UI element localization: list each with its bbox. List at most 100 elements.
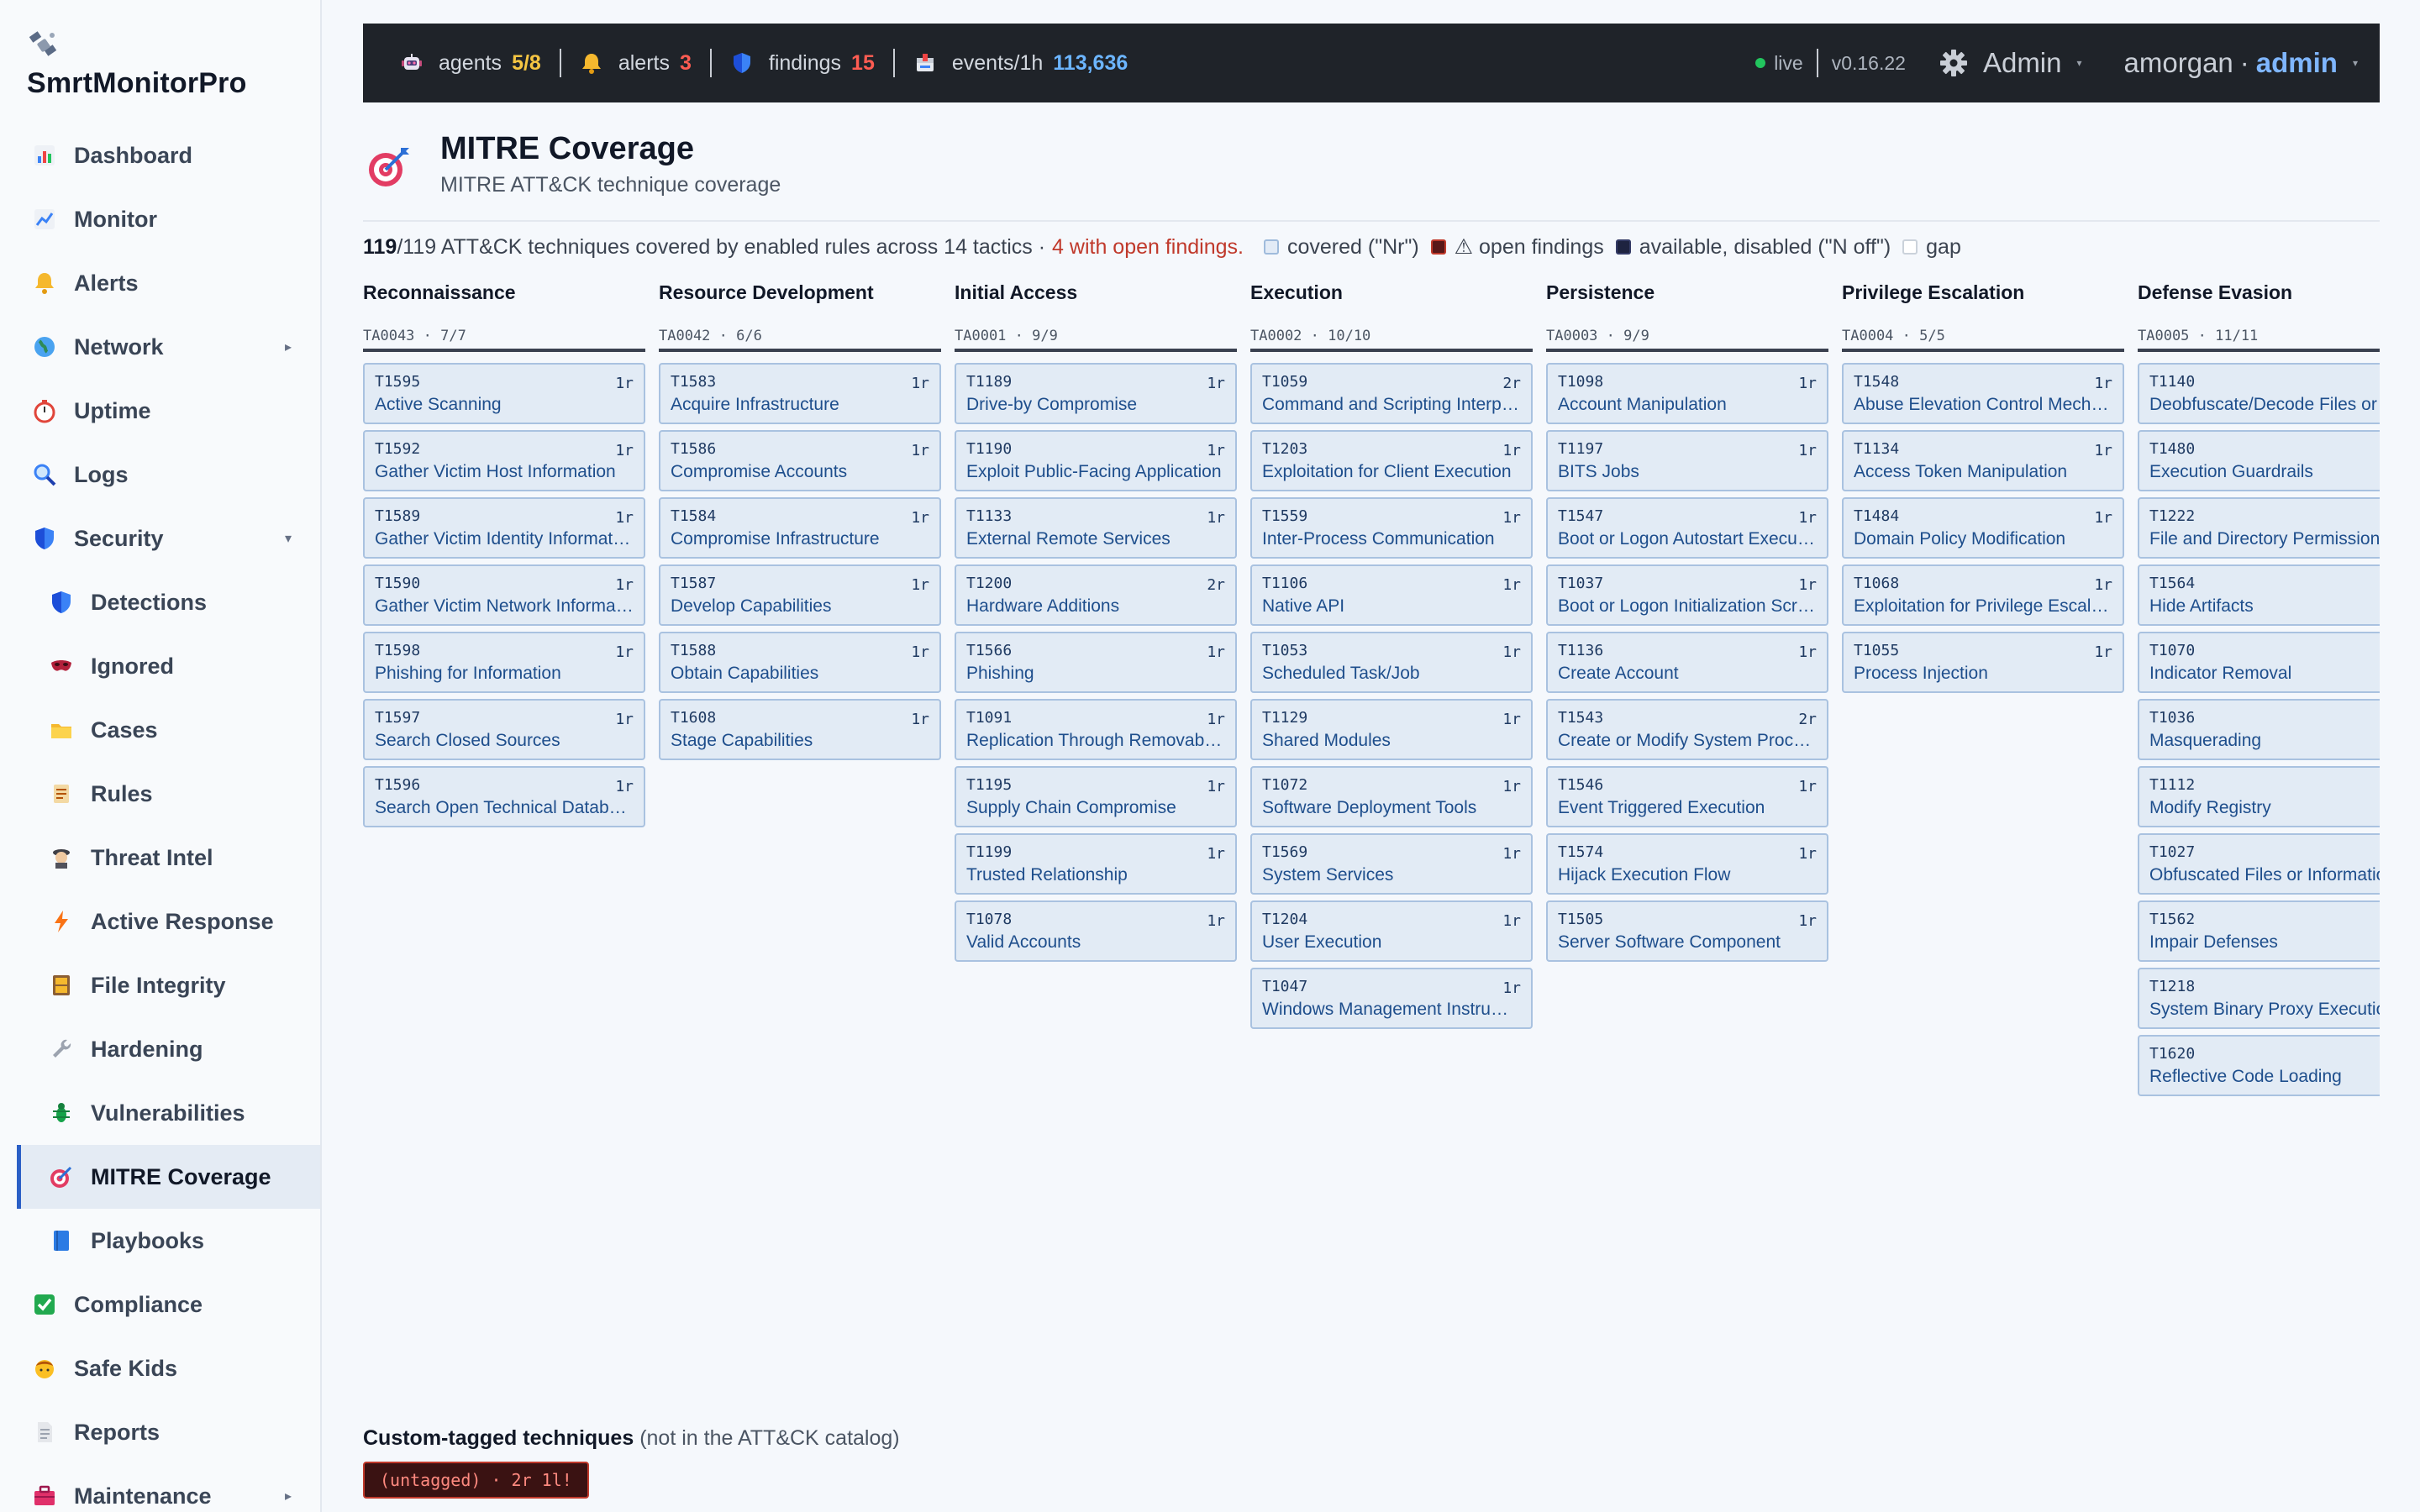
technique-card[interactable]: T1195 1r Supply Chain Compromise	[955, 766, 1237, 827]
custom-techniques-note: (not in the ATT&CK catalog)	[639, 1426, 900, 1450]
tactic-name[interactable]: Privilege Escalation	[1842, 277, 2124, 323]
technique-card[interactable]: T1569 1r System Services	[1250, 833, 1533, 895]
technique-card[interactable]: T1596 1r Search Open Technical Databas…	[363, 766, 645, 827]
tactic-name[interactable]: Persistence	[1546, 277, 1828, 323]
sidebar-item-label: Active Response	[91, 908, 274, 934]
technique-card[interactable]: T1098 1r Account Manipulation	[1546, 363, 1828, 424]
sidebar-item-network[interactable]: Network ▸	[17, 315, 320, 379]
sidebar-item-threat-intel[interactable]: Threat Intel	[17, 826, 320, 890]
technique-list: T1548 1r Abuse Elevation Control Mecha… T11…	[1842, 363, 2124, 693]
sidebar-item-mitre-coverage[interactable]: MITRE Coverage	[17, 1145, 320, 1209]
technique-card[interactable]: T1222 File and Directory Permissions Modi…	[2138, 497, 2380, 559]
sidebar-item-reports[interactable]: Reports	[17, 1400, 320, 1464]
sidebar-item-compliance[interactable]: Compliance	[17, 1273, 320, 1336]
tactic-name[interactable]: Resource Development	[659, 277, 941, 323]
technique-card[interactable]: T1129 1r Shared Modules	[1250, 699, 1533, 760]
technique-card[interactable]: T1037 1r Boot or Logon Initialization Scri…	[1546, 564, 1828, 626]
technique-card[interactable]: T1140 Deobfuscate/Decode Files or Informa…	[2138, 363, 2380, 424]
technique-card[interactable]: T1112 Modify Registry	[2138, 766, 2380, 827]
technique-card[interactable]: T1204 1r User Execution	[1250, 900, 1533, 962]
technique-card[interactable]: T1190 1r Exploit Public-Facing Application	[955, 430, 1237, 491]
technique-name: Scheduled Task/Job	[1262, 664, 1420, 683]
technique-card[interactable]: T1134 1r Access Token Manipulation	[1842, 430, 2124, 491]
technique-card[interactable]: T1543 2r Create or Modify System Process	[1546, 699, 1828, 760]
rule-count: 1r	[911, 442, 929, 459]
technique-card[interactable]: T1059 2r Command and Scripting Interp…	[1250, 363, 1533, 424]
technique-card[interactable]: T1047 1r Windows Management Instrum…	[1250, 968, 1533, 1029]
tactic-name[interactable]: Initial Access	[955, 277, 1237, 323]
technique-card[interactable]: T1480 Execution Guardrails	[2138, 430, 2380, 491]
technique-card[interactable]: T1564 Hide Artifacts	[2138, 564, 2380, 626]
sidebar-item-ignored[interactable]: Ignored	[17, 634, 320, 698]
technique-card[interactable]: T1566 1r Phishing	[955, 632, 1237, 693]
sidebar-item-playbooks[interactable]: Playbooks	[17, 1209, 320, 1273]
alerts-stat[interactable]: alerts 3	[559, 49, 710, 77]
brand[interactable]: SmrtMonitorPro	[27, 29, 247, 100]
technique-card[interactable]: T1547 1r Boot or Logon Autostart Execut…	[1546, 497, 1828, 559]
technique-card[interactable]: T1053 1r Scheduled Task/Job	[1250, 632, 1533, 693]
technique-card[interactable]: T1072 1r Software Deployment Tools	[1250, 766, 1533, 827]
technique-card[interactable]: T1595 1r Active Scanning	[363, 363, 645, 424]
technique-card[interactable]: T1562 Impair Defenses	[2138, 900, 2380, 962]
technique-card[interactable]: T1197 1r BITS Jobs	[1546, 430, 1828, 491]
technique-card[interactable]: T1106 1r Native API	[1250, 564, 1533, 626]
technique-card[interactable]: T1203 1r Exploitation for Client Execution	[1250, 430, 1533, 491]
sidebar-item-hardening[interactable]: Hardening	[17, 1017, 320, 1081]
technique-card[interactable]: T1608 1r Stage Capabilities	[659, 699, 941, 760]
technique-card[interactable]: T1598 1r Phishing for Information	[363, 632, 645, 693]
technique-card[interactable]: T1548 1r Abuse Elevation Control Mecha…	[1842, 363, 2124, 424]
sidebar-item-vulnerabilities[interactable]: Vulnerabilities	[17, 1081, 320, 1145]
sidebar-item-alerts[interactable]: Alerts	[17, 251, 320, 315]
technique-card[interactable]: T1218 System Binary Proxy Execution	[2138, 968, 2380, 1029]
events-stat[interactable]: events/1h 113,636	[892, 49, 1146, 77]
sidebar-item-security[interactable]: Security ▾	[17, 507, 320, 570]
user-menu[interactable]: amorgan · admin ▾	[2124, 47, 2358, 79]
technique-card[interactable]: T1587 1r Develop Capabilities	[659, 564, 941, 626]
technique-card[interactable]: T1036 Masquerading	[2138, 699, 2380, 760]
technique-card[interactable]: T1589 1r Gather Victim Identity Informat…	[363, 497, 645, 559]
sidebar-item-logs[interactable]: Logs	[17, 443, 320, 507]
sidebar-item-dashboard[interactable]: Dashboard	[17, 123, 320, 187]
tactic-name[interactable]: Execution	[1250, 277, 1533, 323]
technique-card[interactable]: T1592 1r Gather Victim Host Information	[363, 430, 645, 491]
tactic-name[interactable]: Reconnaissance	[363, 277, 645, 323]
technique-card[interactable]: T1027 Obfuscated Files or Information	[2138, 833, 2380, 895]
agents-stat[interactable]: agents 5/8	[381, 49, 560, 77]
technique-card[interactable]: T1136 1r Create Account	[1546, 632, 1828, 693]
technique-card[interactable]: T1078 1r Valid Accounts	[955, 900, 1237, 962]
technique-card[interactable]: T1583 1r Acquire Infrastructure	[659, 363, 941, 424]
sidebar-item-cases[interactable]: Cases	[17, 698, 320, 762]
technique-card[interactable]: T1091 1r Replication Through Removabl…	[955, 699, 1237, 760]
tactic-name[interactable]: Defense Evasion	[2138, 277, 2380, 323]
technique-card[interactable]: T1590 1r Gather Victim Network Informa…	[363, 564, 645, 626]
technique-card[interactable]: T1189 1r Drive-by Compromise	[955, 363, 1237, 424]
technique-card[interactable]: T1070 Indicator Removal	[2138, 632, 2380, 693]
findings-stat[interactable]: findings 15	[709, 49, 893, 77]
technique-card[interactable]: T1055 1r Process Injection	[1842, 632, 2124, 693]
technique-card[interactable]: T1133 1r External Remote Services	[955, 497, 1237, 559]
technique-card[interactable]: T1546 1r Event Triggered Execution	[1546, 766, 1828, 827]
technique-card[interactable]: T1505 1r Server Software Component	[1546, 900, 1828, 962]
sidebar-item-safe-kids[interactable]: Safe Kids	[17, 1336, 320, 1400]
admin-menu-button[interactable]: Admin ▾	[1939, 47, 2082, 79]
technique-card[interactable]: T1586 1r Compromise Accounts	[659, 430, 941, 491]
technique-card[interactable]: T1574 1r Hijack Execution Flow	[1546, 833, 1828, 895]
sidebar-item-uptime[interactable]: Uptime	[17, 379, 320, 443]
sidebar-item-maintenance[interactable]: Maintenance ▸	[17, 1464, 320, 1512]
technique-card[interactable]: T1559 1r Inter-Process Communication	[1250, 497, 1533, 559]
technique-card[interactable]: T1620 Reflective Code Loading	[2138, 1035, 2380, 1096]
sidebar-item-active-response[interactable]: Active Response	[17, 890, 320, 953]
sidebar-item-detections[interactable]: Detections	[17, 570, 320, 634]
sidebar-item-file-integrity[interactable]: File Integrity	[17, 953, 320, 1017]
untagged-chip[interactable]: (untagged) · 2r 1l!	[363, 1462, 589, 1499]
sidebar-item-monitor[interactable]: Monitor	[17, 187, 320, 251]
technique-card[interactable]: T1199 1r Trusted Relationship	[955, 833, 1237, 895]
technique-card[interactable]: T1597 1r Search Closed Sources	[363, 699, 645, 760]
technique-card[interactable]: T1200 2r Hardware Additions	[955, 564, 1237, 626]
technique-card[interactable]: T1588 1r Obtain Capabilities	[659, 632, 941, 693]
legend-gap-label: gap	[1926, 234, 1961, 259]
technique-card[interactable]: T1068 1r Exploitation for Privilege Escala…	[1842, 564, 2124, 626]
technique-card[interactable]: T1584 1r Compromise Infrastructure	[659, 497, 941, 559]
sidebar-item-rules[interactable]: Rules	[17, 762, 320, 826]
technique-card[interactable]: T1484 1r Domain Policy Modification	[1842, 497, 2124, 559]
